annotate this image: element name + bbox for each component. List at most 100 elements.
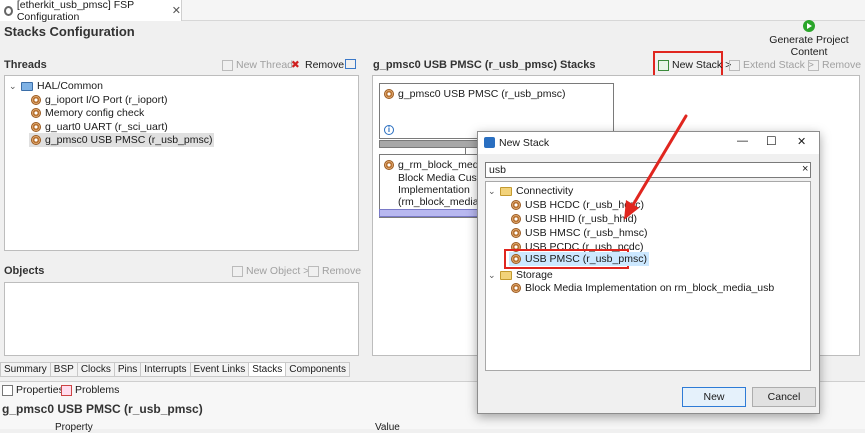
- tree-item-pmsc[interactable]: g_pmsc0 USB PMSC (r_usb_pmsc): [29, 133, 215, 147]
- tree-item-usb-hhid[interactable]: USB HHID (r_usb_hhid): [511, 213, 637, 225]
- category-label: Storage: [516, 269, 553, 281]
- tab-bsp[interactable]: BSP: [50, 362, 78, 377]
- info-icon[interactable]: i: [384, 125, 394, 135]
- collapse-icon[interactable]: [345, 59, 356, 69]
- tab-event-links[interactable]: Event Links: [190, 362, 250, 377]
- remove-stack-label: Remove: [822, 59, 862, 71]
- maximize-icon[interactable]: ☐: [766, 134, 777, 148]
- tab-properties[interactable]: Properties: [2, 384, 64, 396]
- tree-item-label: g_ioport I/O Port (r_ioport): [45, 94, 168, 106]
- tree-item-label: g_pmsc0 USB PMSC (r_usb_pmsc): [45, 134, 213, 146]
- objects-panel: [4, 282, 359, 356]
- page-title: Stacks Configuration: [4, 24, 135, 39]
- tree-item-memory-check[interactable]: Memory config check: [31, 107, 144, 119]
- chevron-down-icon[interactable]: ⌄: [488, 186, 496, 197]
- search-value: usb: [489, 164, 506, 176]
- tree-group-label: HAL/Common: [37, 80, 103, 92]
- component-icon: [511, 283, 521, 293]
- tree-item-usb-hmsc[interactable]: USB HMSC (r_usb_hmsc): [511, 227, 648, 239]
- remove-icon: [308, 265, 319, 277]
- annotation-arrow: [624, 114, 688, 220]
- new-object-button[interactable]: New Object >: [232, 265, 309, 277]
- tab-stacks[interactable]: Stacks: [249, 362, 287, 377]
- tab-problems[interactable]: Problems: [61, 384, 119, 396]
- remove-thread-button[interactable]: ✖ Remove: [291, 59, 344, 71]
- remove-object-label: Remove: [322, 265, 362, 277]
- component-icon: [31, 135, 41, 145]
- minimize-icon[interactable]: —: [737, 135, 748, 147]
- new-object-label: New Object >: [246, 265, 310, 277]
- tree-item-label: USB PMSC (r_usb_pmsc): [525, 253, 647, 265]
- generate-label: Generate Project Content: [769, 34, 849, 58]
- tree-item-uart[interactable]: g_uart0 UART (r_sci_uart): [31, 121, 168, 133]
- tree-item-label: Block Media Implementation on rm_block_m…: [525, 282, 775, 294]
- component-icon: [511, 228, 521, 238]
- close-icon[interactable]: ✕: [797, 135, 806, 148]
- component-icon: [31, 95, 41, 105]
- new-thread-icon: [222, 59, 233, 71]
- new-thread-label: New Thread: [236, 59, 294, 71]
- tree-group-hal-common[interactable]: ⌄ HAL/Common: [9, 80, 103, 92]
- tree-category-connectivity[interactable]: ⌄ Connectivity: [488, 185, 573, 197]
- tree-item-label: g_uart0 UART (r_sci_uart): [45, 121, 168, 133]
- tab-interrupts[interactable]: Interrupts: [141, 362, 191, 377]
- tree-item-ioport[interactable]: g_ioport I/O Port (r_ioport): [31, 94, 168, 106]
- cancel-button[interactable]: Cancel: [752, 387, 816, 407]
- properties-heading: g_pmsc0 USB PMSC (r_usb_pmsc): [2, 402, 203, 416]
- extend-stack-icon: [729, 59, 740, 71]
- e2studio-icon: [484, 137, 495, 148]
- new-stack-icon: [658, 59, 669, 71]
- tab-clocks[interactable]: Clocks: [77, 362, 115, 377]
- component-icon: [384, 89, 394, 99]
- col-value: Value: [375, 422, 400, 433]
- tab-properties-label: Properties: [16, 384, 64, 396]
- new-object-icon: [232, 265, 243, 277]
- component-icon: [511, 254, 521, 264]
- tree-item-block-media[interactable]: Block Media Implementation on rm_block_m…: [511, 282, 774, 294]
- tree-category-storage[interactable]: ⌄ Storage: [488, 269, 553, 281]
- component-icon: [384, 160, 394, 170]
- problems-icon: [61, 384, 72, 396]
- config-tabs: Summary BSP Clocks Pins Interrupts Event…: [0, 362, 350, 378]
- chevron-down-icon[interactable]: ⌄: [488, 270, 496, 281]
- new-thread-button[interactable]: New Thread: [222, 59, 293, 71]
- editor-tab-label: [etherkit_usb_pmsc] FSP Configuration: [16, 0, 134, 23]
- col-property: Property: [55, 422, 93, 433]
- new-stack-button[interactable]: New Stack >: [658, 59, 731, 71]
- remove-stack-button[interactable]: Remove: [808, 59, 861, 71]
- tab-components[interactable]: Components: [286, 362, 350, 377]
- stacks-title: g_pmsc0 USB PMSC (r_usb_pmsc) Stacks: [373, 59, 596, 71]
- tab-pins[interactable]: Pins: [114, 362, 142, 377]
- objects-title: Objects: [4, 265, 45, 277]
- stack-card-line: Implementation: [398, 184, 470, 196]
- remove-icon: ✖: [291, 58, 300, 71]
- generate-project-content-button[interactable]: Generate Project Content: [757, 20, 861, 58]
- component-icon: [31, 108, 41, 118]
- threads-title: Threads: [4, 59, 47, 71]
- gear-icon: [4, 5, 13, 16]
- stack-card-label: g_pmsc0 USB PMSC (r_usb_pmsc): [398, 88, 566, 100]
- properties-icon: [2, 384, 13, 396]
- folder-icon: [500, 270, 512, 280]
- editor-tab[interactable]: [etherkit_usb_pmsc] FSP Configuration ✕: [0, 0, 182, 23]
- clear-icon[interactable]: ×: [802, 163, 808, 175]
- component-icon: [511, 214, 521, 224]
- threads-panel: ⌄ HAL/Common g_ioport I/O Port (r_ioport…: [4, 75, 359, 251]
- extend-stack-button[interactable]: Extend Stack >: [729, 59, 814, 71]
- category-label: Connectivity: [516, 185, 574, 197]
- tree-item-label: USB HMSC (r_usb_hmsc): [525, 227, 648, 239]
- chevron-down-icon[interactable]: ⌄: [9, 81, 17, 92]
- close-icon[interactable]: ✕: [172, 4, 181, 17]
- stack-card-title: g_pmsc0 USB PMSC (r_usb_pmsc): [384, 88, 565, 100]
- tab-summary[interactable]: Summary: [0, 362, 51, 377]
- play-icon: [803, 20, 815, 32]
- remove-object-button[interactable]: Remove: [308, 265, 361, 277]
- new-button[interactable]: New: [682, 387, 746, 407]
- tree-item-usb-pmsc[interactable]: USB PMSC (r_usb_pmsc): [509, 252, 649, 266]
- new-stack-label: New Stack >: [672, 59, 732, 71]
- component-icon: [511, 200, 521, 210]
- component-icon: [31, 122, 41, 132]
- tab-problems-label: Problems: [75, 384, 120, 396]
- tree-item-label: Memory config check: [45, 107, 145, 119]
- remove-icon: [808, 59, 819, 71]
